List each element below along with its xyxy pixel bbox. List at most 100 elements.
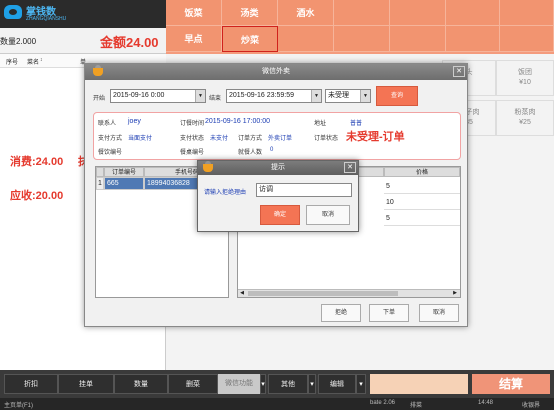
tab-empty-4[interactable] bbox=[500, 0, 554, 26]
status-left: 主页单(F1) bbox=[4, 403, 33, 409]
bottom-toolbar: 折扣 挂单 数量 删菜 微信功能 ▾ 其他 ▾ 编辑 ▾ 结算 bbox=[0, 370, 554, 398]
tab-empty-8[interactable] bbox=[446, 26, 500, 52]
order-time-label: 订餐时间 bbox=[180, 121, 205, 127]
tab-empty-5[interactable] bbox=[278, 26, 334, 52]
other-button[interactable]: 其他 bbox=[268, 374, 308, 394]
edit-button[interactable]: 编辑 bbox=[318, 374, 356, 394]
reason-label: 请输入拒绝理由 bbox=[204, 190, 247, 196]
col-index: 序号 bbox=[6, 60, 19, 66]
table-no-label: 餐桌编号 bbox=[180, 150, 205, 156]
order-status-label: 订单状态 bbox=[314, 136, 339, 142]
dish-price: ¥10 bbox=[519, 79, 531, 86]
tab-empty-3[interactable] bbox=[446, 0, 500, 26]
chevron-down-icon[interactable]: ▼ bbox=[195, 90, 205, 102]
contact-value: joey bbox=[128, 118, 141, 125]
status-select[interactable]: 未受理 ▼ bbox=[325, 89, 371, 103]
reject-reason-prompt: 提示 ✕ 请输入拒绝理由 访调 确定 取消 bbox=[197, 160, 359, 232]
row-index: 1 bbox=[96, 177, 104, 190]
order-summary: 数量2.000 金额24.00 bbox=[0, 28, 166, 54]
sort-icon[interactable]: ↕ bbox=[40, 57, 43, 63]
tab-empty-6[interactable] bbox=[334, 26, 390, 52]
reason-input[interactable]: 访调 bbox=[256, 183, 352, 197]
place-order-button[interactable]: 下单 bbox=[369, 304, 409, 322]
end-date-value: 2015-09-16 23:59:59 bbox=[229, 92, 294, 99]
dish-card[interactable]: 饭团 ¥10 bbox=[496, 60, 554, 96]
category-tabs: 饭菜 汤类 酒水 早点 炒菜 bbox=[166, 0, 554, 54]
order-amount: 金额24.00 bbox=[100, 35, 159, 50]
dish-name: 粉蒸肉 bbox=[514, 109, 536, 116]
order-type-value: 外卖订单 bbox=[268, 136, 293, 142]
scrollbar-thumb[interactable] bbox=[248, 291, 398, 296]
logo-bar: 掌钱数 ZHANGQIANSHU bbox=[0, 0, 166, 28]
app-cup-icon bbox=[93, 65, 103, 76]
edit-dropdown-icon[interactable]: ▾ bbox=[356, 374, 366, 394]
order-type-label: 订单方式 bbox=[238, 136, 263, 142]
checkout-button[interactable]: 结算 bbox=[472, 374, 550, 394]
query-button[interactable]: 查询 bbox=[376, 86, 418, 106]
close-icon[interactable]: ✕ bbox=[344, 162, 356, 173]
item-price: 5 bbox=[384, 213, 460, 226]
delete-dish-button[interactable]: 删菜 bbox=[168, 374, 218, 394]
order-info-box: 联系人 joey 订餐时间 2015-09-16 17:00:00 地址 普普 … bbox=[93, 112, 461, 160]
payable-total: 应收:20.00 bbox=[10, 190, 64, 202]
horizontal-scrollbar[interactable]: ◀ ▶ bbox=[238, 289, 460, 297]
order-status-value: 未受理-订单 bbox=[346, 131, 405, 143]
col-price: 价格 bbox=[384, 167, 460, 177]
status-time: 14:48 bbox=[478, 400, 494, 406]
guests-label: 就餐人数 bbox=[238, 150, 263, 156]
wechat-dropdown-icon[interactable]: ▾ bbox=[260, 374, 266, 394]
tab-empty-1[interactable] bbox=[334, 0, 390, 26]
status-select-value: 未受理 bbox=[328, 92, 349, 99]
status-user: 排菜 bbox=[410, 403, 423, 409]
tab-empty-7[interactable] bbox=[390, 26, 446, 52]
start-date-value: 2015-09-16 0:00 bbox=[113, 92, 165, 99]
meal-no-label: 餐饮编号 bbox=[98, 150, 123, 156]
item-price: 5 bbox=[384, 181, 460, 194]
wechat-function-button[interactable]: 微信功能 bbox=[218, 374, 260, 394]
address-value: 普普 bbox=[350, 121, 363, 127]
order-no-cell[interactable]: 665 bbox=[104, 177, 144, 190]
start-date-field[interactable]: 2015-09-16 0:00 ▼ bbox=[110, 89, 206, 103]
consumption-total: 消费:24.00 bbox=[10, 156, 64, 168]
item-price: 10 bbox=[384, 197, 460, 210]
dish-price: ¥25 bbox=[519, 119, 531, 126]
col-dish-name: 菜名 bbox=[27, 60, 40, 66]
logo-subtext: ZHANGQIANSHU bbox=[26, 16, 67, 22]
amount-input[interactable] bbox=[370, 374, 468, 394]
cloud-logo-icon bbox=[4, 5, 22, 19]
address-label: 地址 bbox=[314, 121, 327, 127]
end-label: 结束 bbox=[209, 96, 222, 102]
status-version: bate 2.06 bbox=[370, 400, 396, 406]
tab-soup[interactable]: 汤类 bbox=[222, 0, 278, 26]
tab-rice[interactable]: 饭菜 bbox=[166, 0, 222, 26]
pay-method-label: 支付方式 bbox=[98, 136, 123, 142]
chevron-down-icon[interactable]: ▼ bbox=[360, 90, 370, 102]
tab-empty-2[interactable] bbox=[390, 0, 446, 26]
hold-order-button[interactable]: 挂单 bbox=[58, 374, 114, 394]
contact-label: 联系人 bbox=[98, 121, 117, 127]
order-time-value: 2015-09-16 17:00:00 bbox=[205, 118, 270, 125]
cancel-button[interactable]: 取消 bbox=[419, 304, 459, 322]
col-order-no: 订单编号 bbox=[104, 167, 144, 177]
order-qty: 数量2.000 bbox=[0, 37, 37, 46]
dish-card[interactable]: 粉蒸肉 ¥25 bbox=[496, 100, 554, 136]
chevron-down-icon[interactable]: ▼ bbox=[311, 90, 321, 102]
scroll-left-icon[interactable]: ◀ bbox=[238, 290, 246, 297]
close-icon[interactable]: ✕ bbox=[453, 66, 465, 77]
tab-breakfast[interactable]: 早点 bbox=[166, 26, 222, 52]
guests-value: 0 bbox=[270, 147, 274, 153]
status-bar: 主页单(F1) bate 2.06 排菜 14:48 收银界 bbox=[0, 398, 554, 410]
other-dropdown-icon[interactable]: ▾ bbox=[308, 374, 316, 394]
tab-drinks[interactable]: 酒水 bbox=[278, 0, 334, 26]
tab-empty-9[interactable] bbox=[500, 26, 554, 52]
quantity-button[interactable]: 数量 bbox=[114, 374, 168, 394]
reject-button[interactable]: 拒绝 bbox=[321, 304, 361, 322]
scroll-right-icon[interactable]: ▶ bbox=[451, 290, 459, 297]
discount-button[interactable]: 折扣 bbox=[4, 374, 58, 394]
end-date-field[interactable]: 2015-09-16 23:59:59 ▼ bbox=[226, 89, 322, 103]
prompt-cancel-button[interactable]: 取消 bbox=[306, 205, 350, 225]
tab-stir-fry[interactable]: 炒菜 bbox=[222, 26, 278, 52]
pay-status-label: 支付状态 bbox=[180, 136, 205, 142]
confirm-button[interactable]: 确定 bbox=[260, 205, 300, 225]
row-number-header bbox=[96, 167, 104, 177]
